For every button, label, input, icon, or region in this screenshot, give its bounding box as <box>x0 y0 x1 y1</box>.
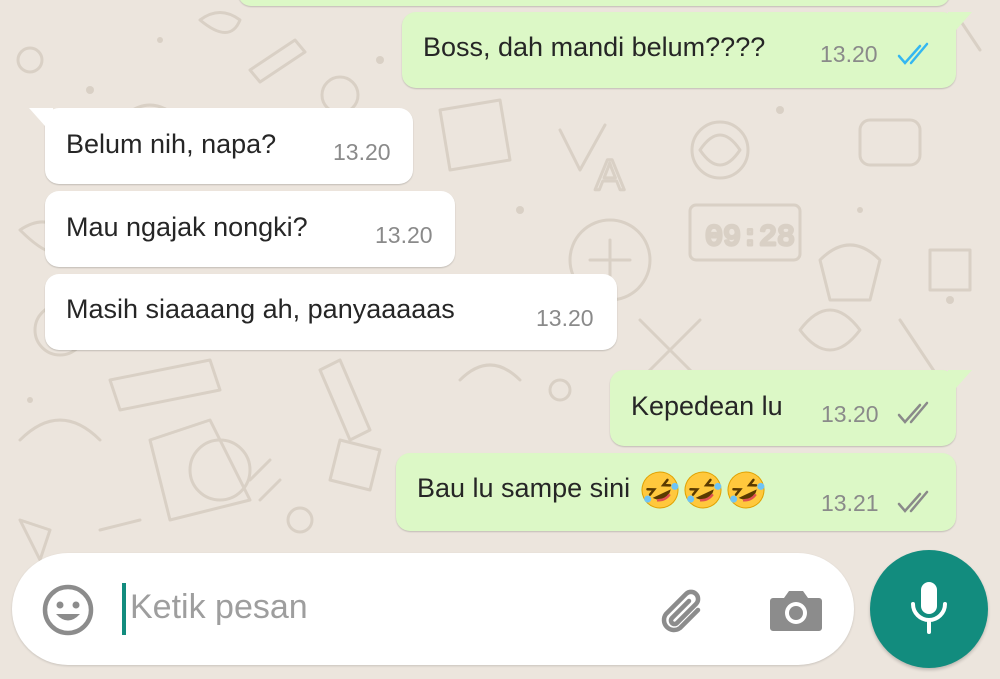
rolling-on-floor-laughing-icon <box>684 471 722 509</box>
message-text: Bau lu sampe sini <box>417 473 631 504</box>
message-bubble-incoming[interactable]: Mau ngajak nongki? 13.20 <box>45 191 455 267</box>
message-bubble-outgoing[interactable]: Kepedean lu 13.20 <box>610 370 972 446</box>
message-bubble-incoming[interactable]: Masih siaaaang ah, panyaaaaas 13.20 <box>45 274 617 350</box>
read-double-tick-icon <box>897 42 929 65</box>
message-time: 13.21 <box>821 490 879 516</box>
bubble-tail <box>948 370 972 388</box>
message-time: 13.20 <box>333 139 391 165</box>
voice-message-button[interactable] <box>870 550 988 668</box>
delivered-double-tick-icon <box>897 401 929 424</box>
previous-message-bubble <box>238 0 950 6</box>
message-bubble-incoming[interactable]: Belum nih, napa? 13.20 <box>29 108 413 184</box>
message-time: 13.20 <box>375 222 433 248</box>
message-bubble-outgoing[interactable]: Boss, dah mandi belum???? 13.20 <box>402 12 972 88</box>
message-text: Masih siaaaang ah, panyaaaaas <box>66 294 455 324</box>
message-text: Mau ngajak nongki? <box>66 212 308 242</box>
message-time: 13.20 <box>821 401 879 427</box>
message-text-row: Bau lu sampe sini <box>417 469 767 511</box>
microphone-icon <box>911 582 947 634</box>
svg-text:09:28: 09:28 <box>705 221 795 255</box>
text-cursor <box>122 583 126 635</box>
rolling-on-floor-laughing-icon <box>727 471 765 509</box>
delivered-double-tick-icon <box>897 490 929 513</box>
message-bubble-outgoing[interactable]: Bau lu sampe sini 13.21 <box>396 453 956 531</box>
attachment-icon[interactable] <box>654 582 714 642</box>
message-text: Belum nih, napa? <box>66 129 277 159</box>
emoji-icon[interactable] <box>40 582 96 638</box>
message-input[interactable]: Ketik pesan <box>130 588 308 627</box>
message-time: 13.20 <box>536 305 594 331</box>
message-time: 13.20 <box>820 41 878 67</box>
camera-icon[interactable] <box>768 586 824 634</box>
svg-text:A: A <box>595 151 625 200</box>
rolling-on-floor-laughing-icon <box>641 471 679 509</box>
message-text: Kepedean lu <box>631 391 783 421</box>
bubble-tail <box>29 108 53 126</box>
bubble-tail <box>948 12 972 30</box>
message-text: Boss, dah mandi belum???? <box>423 32 766 62</box>
